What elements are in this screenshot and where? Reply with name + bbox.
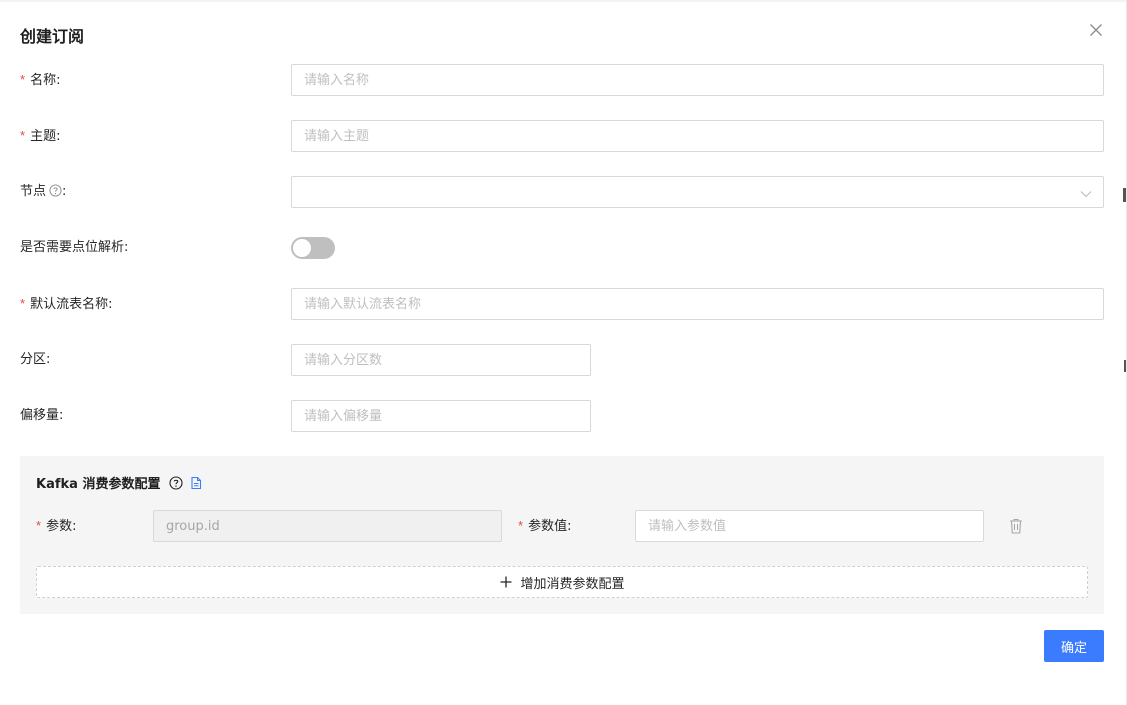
partition-label: 分区: xyxy=(20,352,51,367)
background-edge-mark xyxy=(1124,360,1126,372)
kafka-config-title: Kafka 消费参数配置 xyxy=(36,477,161,492)
node-label: 节点: xyxy=(20,184,67,199)
add-consumer-param-button[interactable]: 增加消费参数配置 xyxy=(36,566,1088,598)
background-edge-mark xyxy=(1123,188,1126,202)
name-input[interactable] xyxy=(291,64,1104,96)
chevron-down-icon xyxy=(1079,186,1093,200)
close-icon[interactable] xyxy=(1087,21,1105,39)
help-icon[interactable] xyxy=(169,475,183,490)
required-mark: * xyxy=(20,296,26,311)
add-consumer-param-label: 增加消费参数配置 xyxy=(520,576,625,592)
partition-input[interactable] xyxy=(291,344,591,376)
page-top-edge xyxy=(0,0,1127,2)
kafka-config-panel: Kafka 消费参数配置 *参数: *参数值: 增加消费参数配置 xyxy=(20,456,1104,614)
param-value-input[interactable] xyxy=(635,510,984,542)
plus-icon xyxy=(499,575,513,589)
topic-label: * 主题: xyxy=(20,128,61,144)
default-stream-table-input[interactable] xyxy=(291,288,1104,320)
required-mark: * xyxy=(518,518,524,533)
point-parse-label: 是否需要点位解析: xyxy=(20,240,129,255)
required-mark: * xyxy=(20,72,26,87)
trash-icon[interactable] xyxy=(1008,517,1024,535)
modal-title: 创建订阅 xyxy=(20,27,85,46)
confirm-button[interactable]: 确定 xyxy=(1044,630,1104,662)
param-label: * 参数: xyxy=(36,518,77,534)
node-select[interactable] xyxy=(291,176,1104,208)
required-mark: * xyxy=(36,518,42,533)
param-value-label: * 参数值: xyxy=(518,518,572,534)
param-name-input xyxy=(153,510,502,542)
default-stream-table-label: * 默认流表名称: xyxy=(20,296,113,312)
toggle-knob xyxy=(293,239,311,257)
required-mark: * xyxy=(20,128,26,143)
topic-input[interactable] xyxy=(291,120,1104,152)
document-icon[interactable] xyxy=(189,475,203,490)
offset-label: 偏移量: xyxy=(20,408,64,423)
point-parse-toggle[interactable] xyxy=(291,237,335,259)
kafka-config-icons xyxy=(169,475,209,491)
offset-input[interactable] xyxy=(291,400,591,432)
name-label: * 名称: xyxy=(20,72,61,88)
help-icon[interactable] xyxy=(49,184,62,197)
